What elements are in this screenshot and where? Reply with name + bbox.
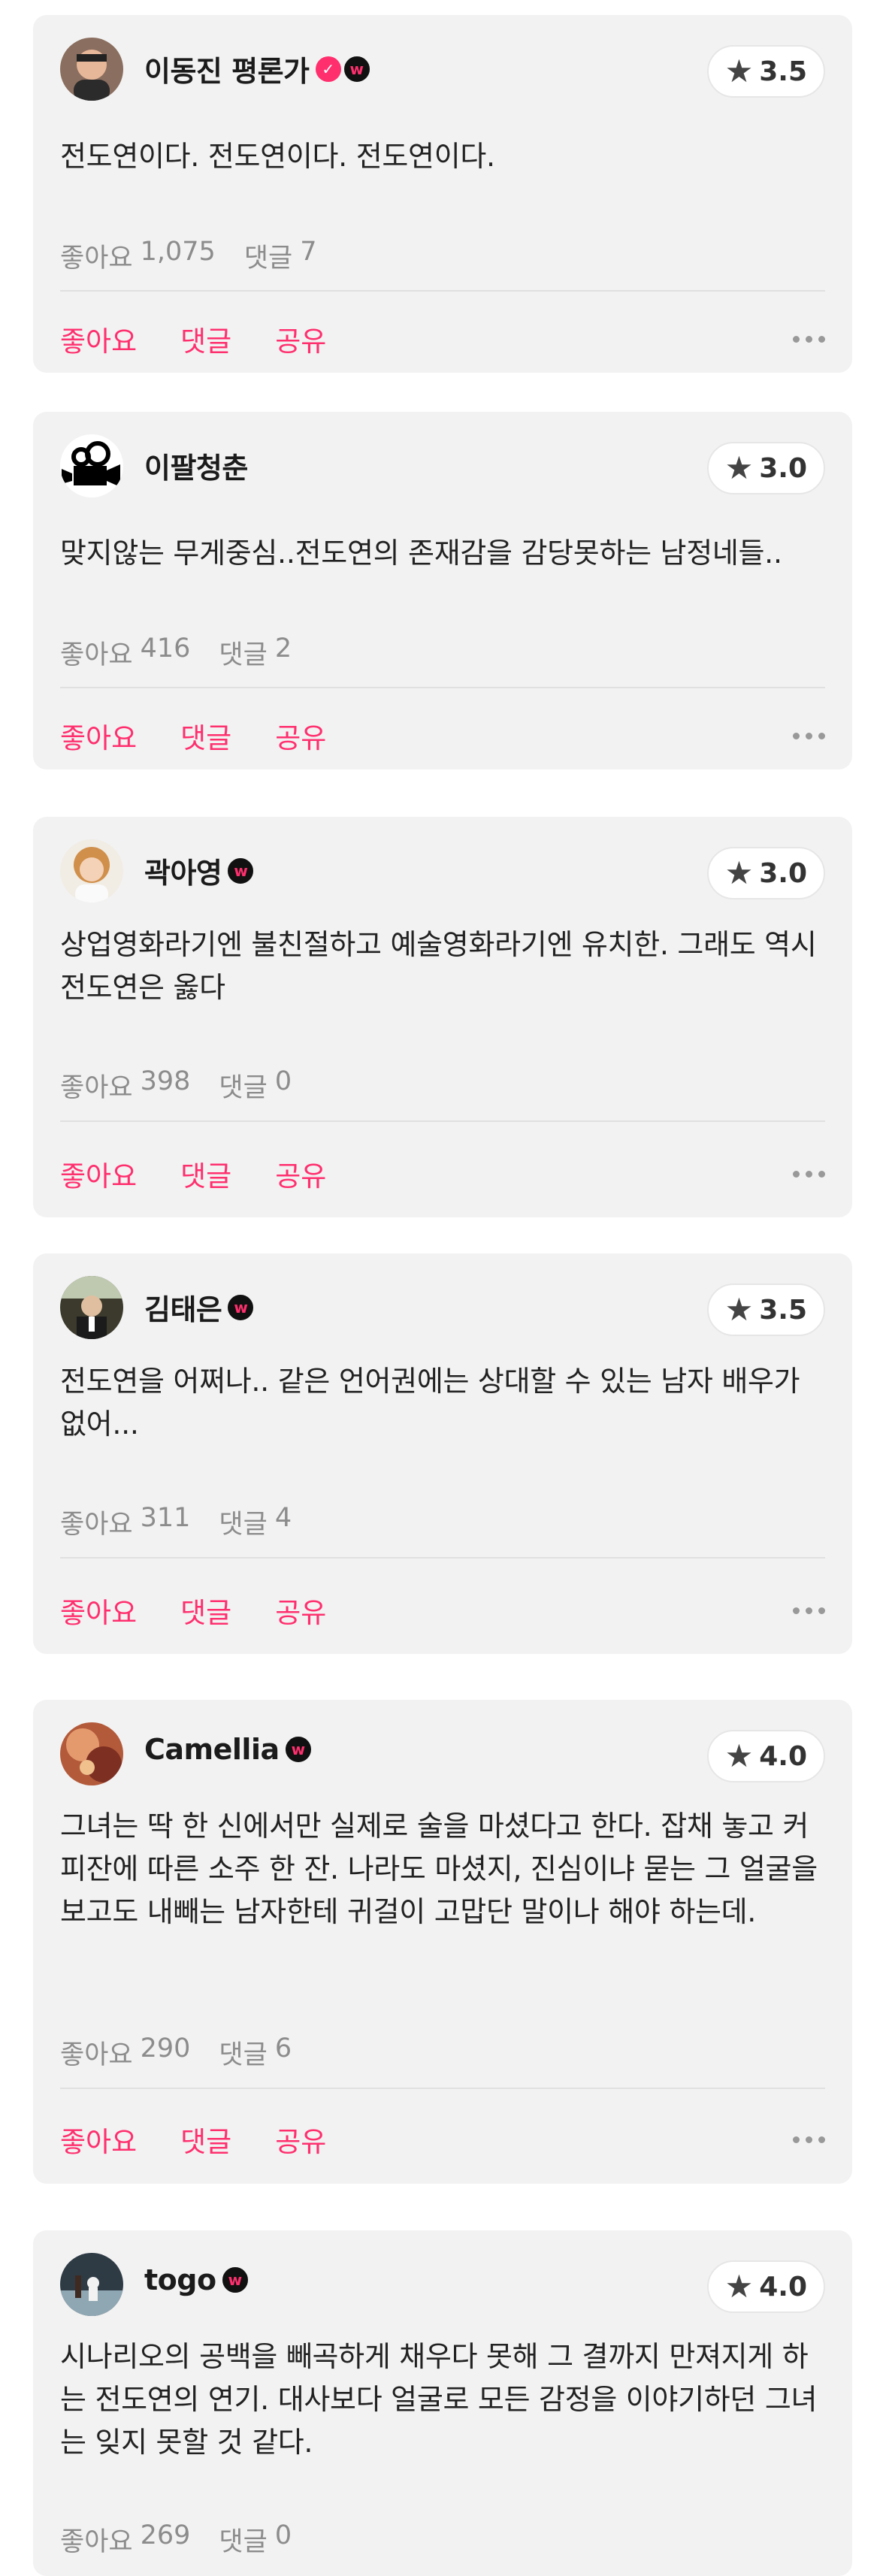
action-bar: 좋아요 댓글 공유 xyxy=(60,2119,825,2160)
review-card: 이팔청춘 ★ 3.0 맞지않는 무게중심..전도연의 존재감을 감당못하는 남정… xyxy=(33,412,852,769)
review-text[interactable]: 그녀는 딱 한 신에서만 실제로 술을 마셨다고 한다. 잡채 놓고 커피잔에 … xyxy=(60,1805,825,1934)
action-bar: 좋아요 댓글 공유 xyxy=(60,715,825,756)
review-stats: 좋아요 398 댓글 0 xyxy=(60,1066,292,1103)
divider xyxy=(60,1120,825,1122)
comment-button[interactable]: 댓글 xyxy=(180,2119,231,2160)
review-card: 곽아영 w ★ 3.0 상업영화라기엔 불친절하고 예술영화라기엔 유치한. 그… xyxy=(33,817,852,1217)
share-button[interactable]: 공유 xyxy=(275,319,326,359)
star-icon: ★ xyxy=(724,2268,754,2305)
like-button[interactable]: 좋아요 xyxy=(60,319,137,359)
review-card: togo w ★ 4.0 시나리오의 공백을 빼곡하게 채우다 못해 그 결까지… xyxy=(33,2230,852,2576)
watcha-badge-icon: w xyxy=(228,1294,254,1320)
review-card: 이동진 평론가 ✓ w ★ 3.5 전도연이다. 전도연이다. 전도연이다. 좋… xyxy=(33,15,852,373)
review-feed: 이동진 평론가 ✓ w ★ 3.5 전도연이다. 전도연이다. 전도연이다. 좋… xyxy=(0,0,886,2576)
star-icon: ★ xyxy=(724,1737,754,1774)
like-button[interactable]: 좋아요 xyxy=(60,2119,137,2160)
divider xyxy=(60,1557,825,1559)
username[interactable]: 김태은 w xyxy=(144,1286,254,1328)
review-header: 곽아영 w ★ 3.0 xyxy=(33,817,852,930)
review-text[interactable]: 맞지않는 무게중심..전도연의 존재감을 감당못하는 남정네들.. xyxy=(60,532,825,575)
star-icon: ★ xyxy=(724,854,754,891)
review-stats: 좋아요 416 댓글 2 xyxy=(60,633,292,670)
watcha-badge-icon: w xyxy=(228,857,254,884)
review-header: 이동진 평론가 ✓ w ★ 3.5 xyxy=(33,15,852,128)
review-card: Camellia w ★ 4.0 그녀는 딱 한 신에서만 실제로 술을 마셨다… xyxy=(33,1700,852,2184)
rating-badge: ★ 4.0 xyxy=(706,2260,825,2313)
review-text[interactable]: 시나리오의 공백을 빼곡하게 채우다 못해 그 결까지 만져지게 하는 전도연의… xyxy=(60,2336,825,2464)
watcha-badge-icon: w xyxy=(222,2267,248,2293)
comment-button[interactable]: 댓글 xyxy=(180,1590,231,1631)
review-stats: 좋아요 311 댓글 4 xyxy=(60,1503,292,1540)
review-header: 이팔청춘 ★ 3.0 xyxy=(33,412,852,525)
review-card: 김태은 w ★ 3.5 전도연을 어쩌나.. 같은 언어권에는 상대할 수 있는… xyxy=(33,1253,852,1654)
comment-count: 2 xyxy=(274,633,292,664)
review-text[interactable]: 전도연이다. 전도연이다. 전도연이다. xyxy=(60,135,825,178)
like-button[interactable]: 좋아요 xyxy=(60,715,137,756)
username[interactable]: Camellia w xyxy=(144,1733,311,1766)
like-button[interactable]: 좋아요 xyxy=(60,1153,137,1194)
username[interactable]: 이동진 평론가 ✓ w xyxy=(144,48,370,89)
rating-badge: ★ 3.5 xyxy=(706,45,825,98)
review-header: togo w ★ 4.0 xyxy=(33,2230,852,2343)
comment-count: 0 xyxy=(274,2520,292,2550)
rating-badge: ★ 3.0 xyxy=(706,442,825,494)
review-text[interactable]: 상업영화라기엔 불친절하고 예술영화라기엔 유치한. 그래도 역시 전도연은 옳… xyxy=(60,924,825,1009)
share-button[interactable]: 공유 xyxy=(275,715,326,756)
comment-button[interactable]: 댓글 xyxy=(180,1153,231,1194)
comment-button[interactable]: 댓글 xyxy=(180,715,231,756)
star-icon: ★ xyxy=(724,1291,754,1328)
more-icon[interactable] xyxy=(793,2129,825,2151)
review-header: Camellia w ★ 4.0 xyxy=(33,1700,852,1813)
star-icon: ★ xyxy=(724,449,754,486)
username[interactable]: togo w xyxy=(144,2263,248,2296)
avatar[interactable] xyxy=(60,38,123,101)
comment-button[interactable]: 댓글 xyxy=(180,319,231,359)
like-count: 311 xyxy=(140,1503,191,1533)
like-count: 290 xyxy=(140,2033,191,2064)
more-icon[interactable] xyxy=(793,1600,825,1622)
action-bar: 좋아요 댓글 공유 xyxy=(60,1590,825,1631)
divider xyxy=(60,290,825,292)
divider xyxy=(60,687,825,688)
rating-badge: ★ 3.5 xyxy=(706,1283,825,1336)
review-stats: 좋아요 290 댓글 6 xyxy=(60,2033,292,2070)
avatar[interactable] xyxy=(60,1276,123,1339)
verified-check-icon: ✓ xyxy=(315,56,341,82)
like-count: 1,075 xyxy=(140,237,216,267)
star-icon: ★ xyxy=(724,53,754,89)
action-bar: 좋아요 댓글 공유 xyxy=(60,319,825,359)
comment-count: 7 xyxy=(300,237,317,267)
review-text[interactable]: 전도연을 어쩌나.. 같은 언어권에는 상대할 수 있는 남자 배우가 없어..… xyxy=(60,1360,825,1446)
like-count: 416 xyxy=(140,633,191,664)
more-icon[interactable] xyxy=(793,725,825,747)
comment-count: 0 xyxy=(274,1066,292,1096)
like-count: 269 xyxy=(140,2520,191,2550)
avatar[interactable] xyxy=(60,434,123,497)
share-button[interactable]: 공유 xyxy=(275,1153,326,1194)
watcha-badge-icon: w xyxy=(343,56,370,82)
avatar[interactable] xyxy=(60,839,123,903)
rating-badge: ★ 3.0 xyxy=(706,847,825,899)
review-stats: 좋아요 1,075 댓글 7 xyxy=(60,237,317,274)
like-button[interactable]: 좋아요 xyxy=(60,1590,137,1631)
review-header: 김태은 w ★ 3.5 xyxy=(33,1253,852,1366)
action-bar: 좋아요 댓글 공유 xyxy=(60,1153,825,1194)
share-button[interactable]: 공유 xyxy=(275,1590,326,1631)
username[interactable]: 이팔청춘 xyxy=(144,445,248,486)
like-count: 398 xyxy=(140,1066,191,1096)
share-button[interactable]: 공유 xyxy=(275,2119,326,2160)
username[interactable]: 곽아영 w xyxy=(144,850,254,891)
avatar[interactable] xyxy=(60,1722,123,1785)
rating-badge: ★ 4.0 xyxy=(706,1730,825,1782)
review-stats: 좋아요 269 댓글 0 xyxy=(60,2520,292,2557)
divider xyxy=(60,2088,825,2089)
comment-count: 6 xyxy=(274,2033,292,2064)
more-icon[interactable] xyxy=(793,1163,825,1185)
avatar[interactable] xyxy=(60,2253,123,2316)
more-icon[interactable] xyxy=(793,328,825,350)
watcha-badge-icon: w xyxy=(285,1737,311,1762)
comment-count: 4 xyxy=(274,1503,292,1533)
